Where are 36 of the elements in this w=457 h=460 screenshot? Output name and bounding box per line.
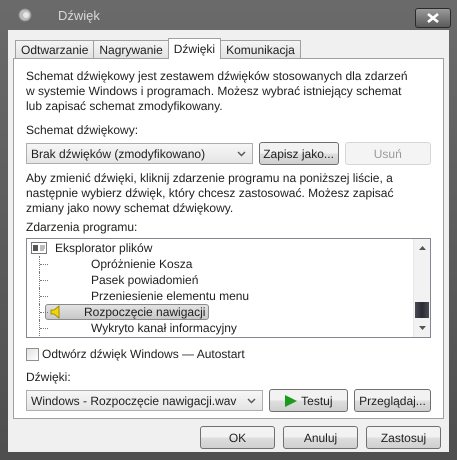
tab[interactable]: Dźwięki <box>168 38 222 59</box>
description-text: Schemat dźwiękowy jest zestawem dźwięków stosowanych dla zdarzeń w systemie Windows i programach. Możesz wybrać istniejący schemat lub zapisać schemat zmodyfikowany. <box>26 69 408 114</box>
tab[interactable]: Odtwarzanie <box>15 40 94 58</box>
scheme-button[interactable]: Zapisz jako... <box>258 142 339 165</box>
tab[interactable]: Komunikacja <box>220 40 301 58</box>
scheme-label: Schemat dźwiękowy: <box>26 123 140 138</box>
dialog-button[interactable]: Anuluj <box>283 426 358 449</box>
scrollbar[interactable] <box>413 239 430 337</box>
window-title: Dźwięk <box>58 8 100 22</box>
autostart-label: Odtwórz dźwięk Windows — Autostart <box>42 347 245 361</box>
tree-item[interactable]: Przeniesienie elementu menu <box>87 288 254 304</box>
browse-button[interactable]: Przeglądaj... <box>354 389 431 412</box>
dialog-button[interactable]: Zastosuj <box>366 426 441 449</box>
close-icon <box>427 13 439 23</box>
tab[interactable]: Nagrywanie <box>93 40 169 58</box>
scroll-thumb[interactable] <box>415 302 429 318</box>
test-button[interactable]: Testuj <box>268 389 348 412</box>
tree-item[interactable]: Opróżnienie Kosza <box>87 256 196 272</box>
sound-dropdown[interactable]: Windows - Rozpoczęcie nawigacji.wav <box>26 390 263 411</box>
scheme-dropdown[interactable]: Brak dźwięków (zmodyfikowano) <box>26 143 253 164</box>
dialog-button[interactable]: OK <box>200 426 275 449</box>
play-icon <box>284 394 298 408</box>
tree-item[interactable]: Eksplorator plików <box>51 240 156 256</box>
chevron-icon <box>246 398 256 404</box>
close-button[interactable] <box>415 8 451 28</box>
chevron-icon <box>236 150 246 156</box>
scroll-up-icon <box>418 246 426 250</box>
tree-item[interactable]: Wykryto kanał informacyjny <box>87 320 241 336</box>
scroll-down-icon <box>418 326 426 330</box>
window-icon <box>31 242 47 254</box>
checkbox[interactable] <box>26 348 39 360</box>
tree-item[interactable]: Pasek powiadomień <box>87 272 202 288</box>
instructions-text: Aby zmienić dźwięki, kliknij zdarzenie programu na poniższej liście, a następnie wybierz dźwięk, który chcesz zastosować. Możesz zapisać zmiany jako nowy schemat dźwiękowy. <box>26 171 394 216</box>
tree-item[interactable]: Rozpoczęcie nawigacji <box>45 304 210 320</box>
sounds-label: Dźwięki: <box>26 370 72 385</box>
events-label: Zdarzenia programu: <box>26 220 138 235</box>
